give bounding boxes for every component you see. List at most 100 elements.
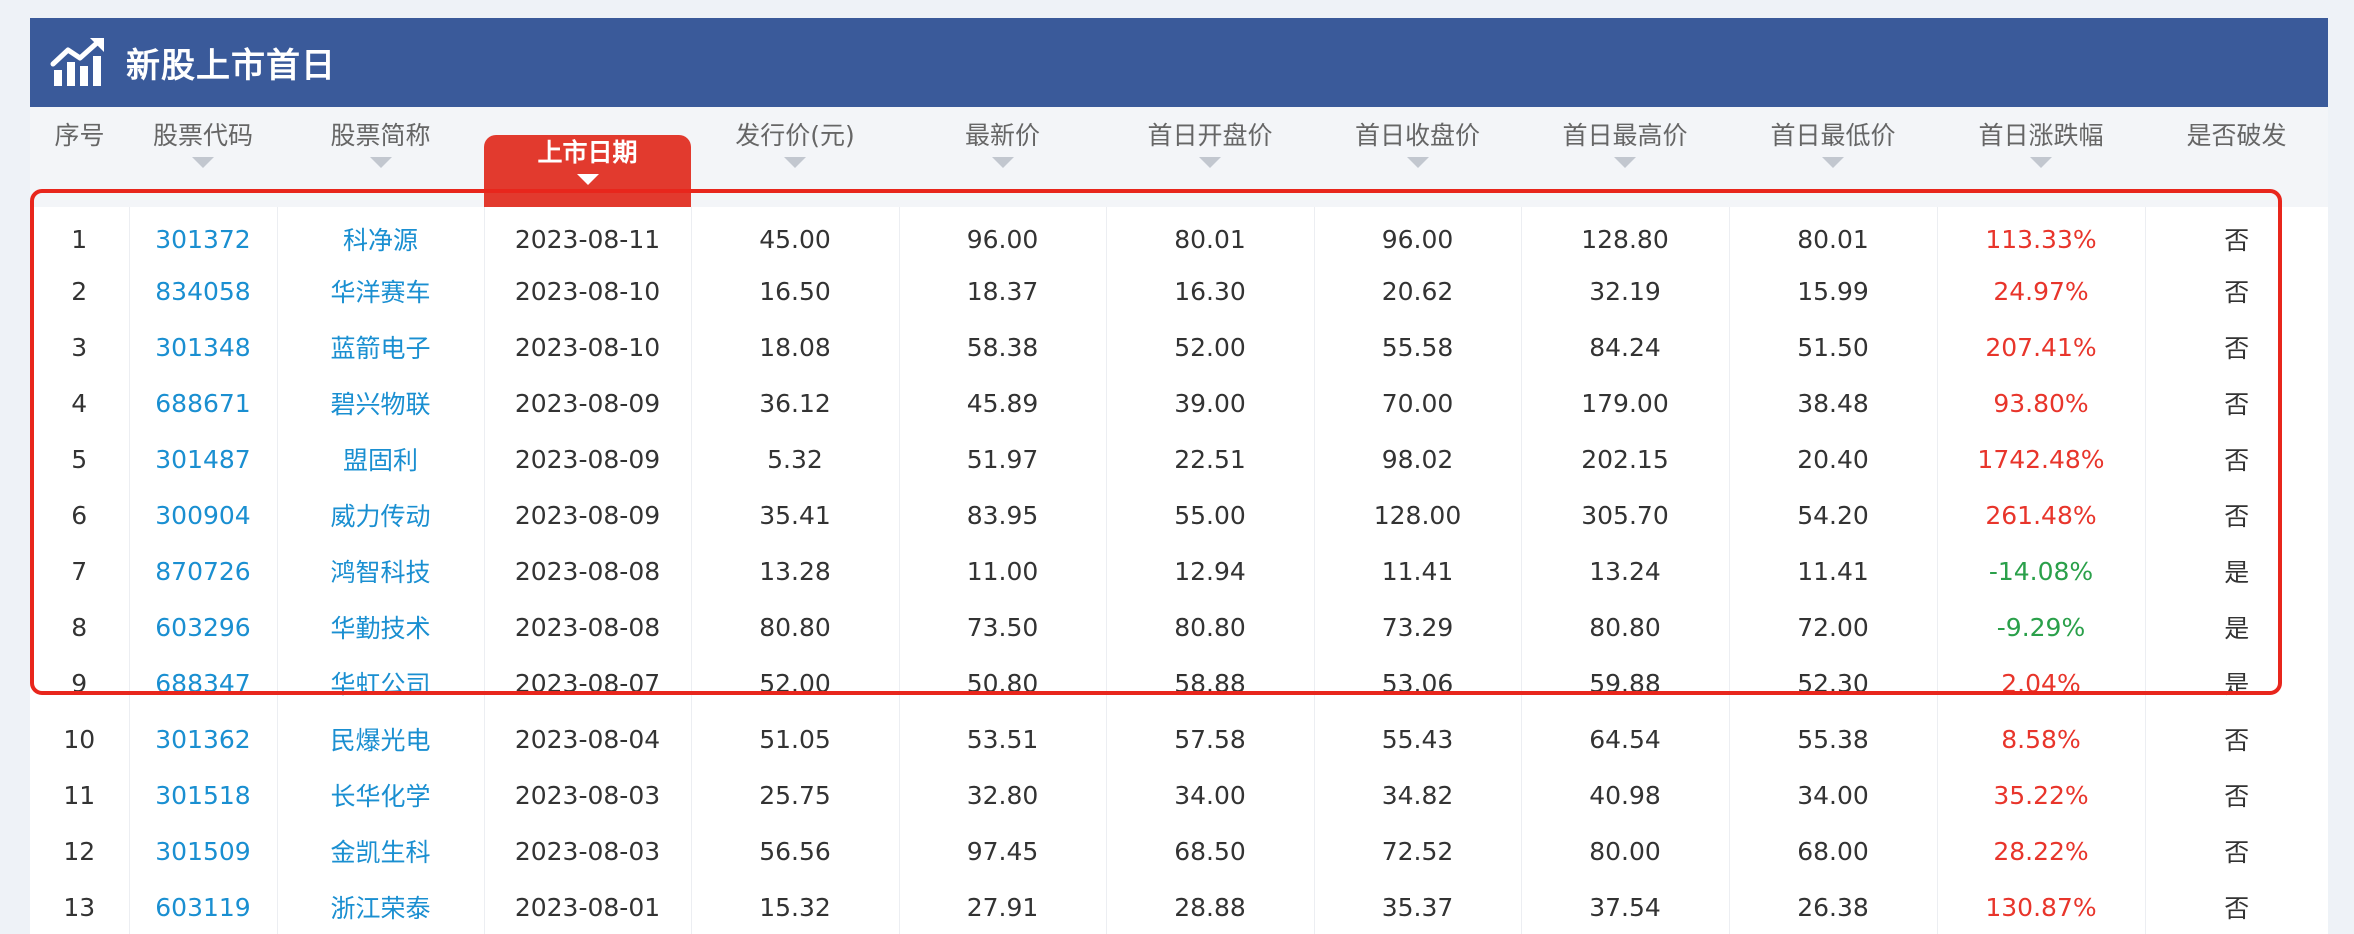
cell-serial-value: 4	[71, 388, 88, 418]
cell-high-price: 64.54	[1521, 711, 1730, 767]
cell-open-price-value: 68.50	[1174, 836, 1246, 866]
cell-serial: 9	[30, 655, 130, 711]
cell-latest-price-value: 11.00	[966, 556, 1039, 586]
stock-name-link[interactable]: 华虹公司	[330, 670, 430, 699]
cell-close-price-value: 11.41	[1381, 556, 1454, 586]
table-row: 2 834058 华洋赛车 2023-08-10 16.50 18.37 16.30 20.6…	[30, 263, 2328, 319]
column-header-name[interactable]: 股票简称	[277, 107, 484, 207]
stock-name-link[interactable]: 浙江荣泰	[330, 894, 430, 923]
table-row: 9 688347 华虹公司 2023-08-07 52.00 50.80 58.88 53.0…	[30, 655, 2328, 711]
column-header-broken[interactable]: 是否破发	[2145, 107, 2328, 207]
cell-open-price-value: 58.88	[1174, 668, 1246, 698]
stock-name-link[interactable]: 科净源	[343, 226, 418, 255]
cell-latest-price-value: 27.91	[966, 892, 1039, 922]
cell-latest-price-value: 45.89	[966, 388, 1039, 418]
cell-latest-price: 73.50	[899, 599, 1107, 655]
cell-change: 130.87%	[1937, 879, 2146, 934]
cell-latest-price-value: 97.45	[966, 836, 1039, 866]
page-title: 新股上市首日	[126, 46, 336, 86]
stock-name-link[interactable]: 蓝箭电子	[330, 334, 430, 363]
stock-code-link[interactable]: 603119	[155, 893, 250, 922]
cell-change: 261.48%	[1937, 487, 2146, 543]
cell-open-price-value: 22.51	[1174, 444, 1246, 474]
cell-serial: 8	[30, 599, 130, 655]
cell-stock-name: 盟固利	[277, 431, 485, 487]
stock-code-link[interactable]: 301372	[155, 225, 250, 254]
stock-name-link[interactable]: 威力传动	[330, 502, 430, 531]
cell-issue-price: 18.08	[691, 319, 900, 375]
cell-open-price-value: 57.58	[1174, 724, 1246, 754]
column-header-close-price[interactable]: 首日收盘价	[1314, 107, 1521, 207]
column-header-code[interactable]: 股票代码	[129, 107, 277, 207]
column-header-issue-price[interactable]: 发行价(元)	[691, 107, 899, 207]
cell-serial-value: 11	[63, 780, 96, 810]
cell-list-date: 2023-08-09	[484, 431, 692, 487]
sort-down-icon	[369, 157, 392, 168]
cell-latest-price: 97.45	[899, 823, 1107, 879]
cell-change: -9.29%	[1937, 599, 2146, 655]
cell-close-price-value: 70.00	[1381, 388, 1454, 418]
stock-code-link[interactable]: 301518	[155, 781, 250, 810]
stock-name-link[interactable]: 长华化学	[330, 782, 430, 811]
cell-broken: 否	[2145, 767, 2328, 823]
title-bar: 新股上市首日	[30, 18, 2328, 107]
stock-code-link[interactable]: 603296	[155, 613, 250, 642]
cell-close-price-value: 34.82	[1381, 780, 1454, 810]
cell-list-date-value: 2023-08-11	[514, 224, 661, 254]
stock-name-link[interactable]: 华勤技术	[330, 614, 430, 643]
cell-issue-price: 15.32	[691, 879, 900, 934]
column-header-high-price[interactable]: 首日最高价	[1521, 107, 1729, 207]
cell-latest-price-value: 58.38	[966, 332, 1039, 362]
column-header-low-price[interactable]: 首日最低价	[1729, 107, 1937, 207]
stock-name-link[interactable]: 民爆光电	[330, 726, 430, 755]
cell-latest-price: 18.37	[899, 263, 1107, 319]
cell-issue-price: 45.00	[691, 207, 900, 263]
cell-open-price-value: 34.00	[1174, 780, 1246, 810]
cell-broken-value: 否	[2224, 278, 2250, 307]
cell-stock-code: 301348	[129, 319, 278, 375]
cell-close-price: 128.00	[1314, 487, 1522, 543]
stock-code-link[interactable]: 834058	[155, 277, 250, 306]
cell-high-price: 179.00	[1521, 375, 1730, 431]
cell-serial: 11	[30, 767, 130, 823]
cell-high-price: 13.24	[1521, 543, 1730, 599]
stock-code-link[interactable]: 688347	[155, 669, 250, 698]
cell-stock-name: 鸿智科技	[277, 543, 485, 599]
cell-broken: 是	[2145, 655, 2328, 711]
stock-code-link[interactable]: 870726	[155, 557, 250, 586]
cell-latest-price: 51.97	[899, 431, 1107, 487]
cell-latest-price: 27.91	[899, 879, 1107, 934]
cell-open-price-value: 12.94	[1174, 556, 1246, 586]
stock-code-link[interactable]: 688671	[155, 389, 250, 418]
stock-code-link[interactable]: 300904	[155, 501, 250, 530]
cell-change: 8.58%	[1937, 711, 2146, 767]
cell-stock-name: 金凯生科	[277, 823, 485, 879]
column-header-serial[interactable]: 序号	[30, 107, 129, 207]
cell-serial: 2	[30, 263, 130, 319]
stock-code-link[interactable]: 301348	[155, 333, 250, 362]
stock-code-link[interactable]: 301487	[155, 445, 250, 474]
stock-code-link[interactable]: 301362	[155, 725, 250, 754]
cell-broken-value: 否	[2224, 894, 2250, 923]
cell-list-date-value: 2023-08-10	[514, 276, 661, 306]
stock-name-link[interactable]: 盟固利	[343, 446, 418, 475]
cell-low-price: 52.30	[1729, 655, 1938, 711]
column-header-change[interactable]: 首日涨跌幅	[1937, 107, 2145, 207]
column-header-list-date[interactable]: 上市日期	[484, 107, 691, 207]
cell-serial-value: 10	[63, 724, 96, 754]
sort-down-icon	[1822, 157, 1844, 168]
cell-list-date-value: 2023-08-09	[514, 500, 661, 530]
column-header-latest-price[interactable]: 最新价	[899, 107, 1106, 207]
stock-name-link[interactable]: 华洋赛车	[330, 278, 430, 307]
cell-low-price: 15.99	[1729, 263, 1938, 319]
stock-name-link[interactable]: 金凯生科	[330, 838, 430, 867]
stock-code-link[interactable]: 301509	[155, 837, 250, 866]
stock-name-link[interactable]: 碧兴物联	[330, 390, 430, 419]
cell-low-price: 54.20	[1729, 487, 1938, 543]
cell-close-price: 53.06	[1314, 655, 1522, 711]
column-header-open-price[interactable]: 首日开盘价	[1106, 107, 1314, 207]
stock-name-link[interactable]: 鸿智科技	[330, 558, 430, 587]
cell-issue-price-value: 18.08	[759, 332, 831, 362]
cell-open-price-value: 16.30	[1174, 276, 1246, 306]
table-row: 8 603296 华勤技术 2023-08-08 80.80 73.50 80.80 73.2…	[30, 599, 2328, 655]
